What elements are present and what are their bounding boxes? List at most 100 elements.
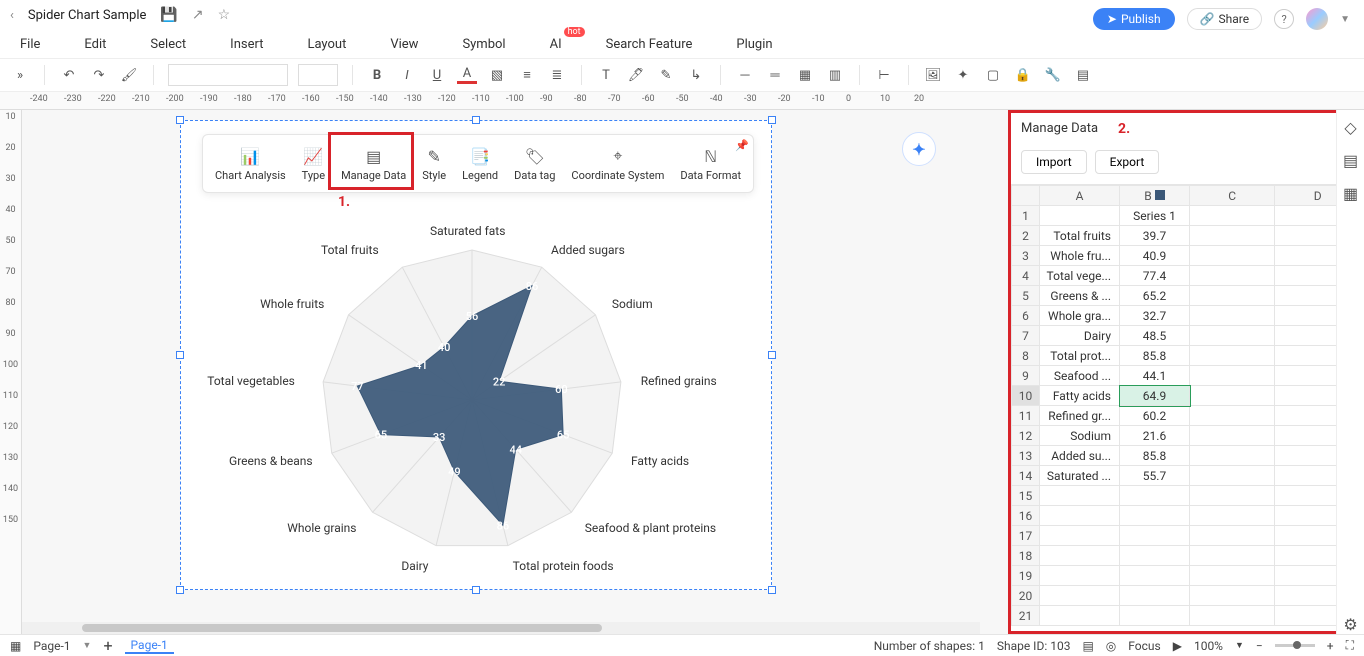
page-select[interactable]: Page-1 (33, 639, 70, 653)
focus-icon[interactable]: ◎ (1106, 639, 1116, 653)
svg-text:86: 86 (526, 280, 539, 293)
layers-status-icon[interactable]: ▤ (1082, 639, 1093, 653)
menu-insert[interactable]: Insert (230, 37, 263, 52)
chevron-down-icon[interactable]: ▼ (1340, 14, 1350, 25)
import-button[interactable]: Import (1021, 150, 1087, 174)
theme-icon[interactable]: ◇ (1344, 118, 1356, 137)
align-objects-icon[interactable]: ⊢ (874, 68, 894, 83)
apps-icon[interactable]: ▦ (1343, 184, 1358, 203)
category-label: Added sugars (551, 243, 625, 257)
ungroup-icon[interactable]: ▥ (825, 68, 845, 83)
bold-icon[interactable]: B (367, 68, 387, 83)
underline-icon[interactable]: U (427, 68, 447, 83)
zoom-dropdown-icon[interactable]: ▼ (1235, 640, 1244, 651)
avatar[interactable] (1306, 8, 1328, 30)
fullscreen-icon[interactable]: ⛶ (1346, 638, 1354, 653)
publish-button[interactable]: ➤Publish (1093, 8, 1175, 30)
resize-handle[interactable] (472, 586, 480, 594)
scrollbar-thumb[interactable] (82, 624, 602, 632)
resize-handle[interactable] (176, 116, 184, 124)
container-icon[interactable]: ▤ (1073, 68, 1093, 83)
text-icon[interactable]: T (596, 68, 616, 83)
menu-ai[interactable]: AIhot (550, 37, 562, 52)
right-sidestrip: ◇ ▤ ▦ ⚙ (1336, 110, 1364, 634)
svg-text:65: 65 (557, 429, 570, 442)
highlight-icon[interactable]: ▧ (487, 68, 507, 83)
menu-symbol[interactable]: Symbol (462, 37, 505, 52)
layers-icon[interactable]: ▤ (1343, 151, 1358, 170)
ruler-horizontal: -240-230-220-210-200-190-180-170-160-150… (0, 92, 1364, 110)
data-sheet[interactable]: AB CD1Series 12Total fruits39.73Whole fr… (1011, 184, 1361, 626)
menu-edit[interactable]: Edit (84, 37, 106, 52)
format-painter-icon[interactable]: 🖌 (119, 68, 139, 83)
zoom-out-icon[interactable]: − (1256, 639, 1263, 653)
spider-chart[interactable]: 56862260654486493365774140 Saturated fat… (202, 200, 742, 580)
menu-layout[interactable]: Layout (307, 37, 346, 52)
lock-icon[interactable]: 🔒 (1013, 68, 1033, 83)
focus-label[interactable]: Focus (1128, 639, 1160, 653)
canvas[interactable]: 📊Chart Analysis 📈Type ▤Manage Data ✎Styl… (22, 110, 1008, 634)
undo-icon[interactable]: ↶ (59, 68, 79, 83)
menu-plugin[interactable]: Plugin (736, 37, 772, 52)
image-icon[interactable]: 🖼 (923, 68, 943, 83)
resize-handle[interactable] (176, 351, 184, 359)
style-icon: ✎ (427, 145, 440, 167)
category-label: Greens & beans (229, 454, 313, 468)
chart-style-button[interactable]: ✎Style (414, 141, 454, 186)
menu-view[interactable]: View (390, 37, 418, 52)
star-icon[interactable]: ☆ (218, 7, 231, 23)
line-color-icon[interactable]: ✎ (656, 68, 676, 83)
zoom-in-icon[interactable]: + (1327, 639, 1334, 653)
category-label: Sodium (612, 297, 653, 311)
save-icon[interactable]: 💾 (160, 7, 177, 23)
font-select[interactable] (168, 64, 288, 86)
align-icon[interactable]: ≡ (517, 67, 537, 83)
pages-icon[interactable]: ▦ (10, 639, 21, 653)
menu-select[interactable]: Select (150, 37, 186, 52)
line-weight-icon[interactable]: ═ (765, 67, 785, 83)
page-dropdown-icon[interactable]: ▼ (83, 640, 92, 651)
coord-system-button[interactable]: ⌖Coordinate System (563, 141, 672, 186)
annotation-box-1 (328, 132, 414, 190)
data-tag-button[interactable]: 🏷Data tag (506, 141, 563, 186)
resize-handle[interactable] (768, 351, 776, 359)
line-spacing-icon[interactable]: ≣ (547, 68, 567, 83)
fontsize-select[interactable] (298, 64, 338, 86)
expand-icon[interactable]: » (10, 68, 30, 83)
zoom-slider[interactable] (1275, 644, 1315, 647)
font-color-icon[interactable]: A (457, 66, 477, 84)
fill-icon[interactable]: 🖊 (626, 68, 646, 83)
connector-icon[interactable]: ↳ (686, 68, 706, 83)
horizontal-scrollbar[interactable] (22, 622, 980, 634)
shape-id: Shape ID: 103 (997, 639, 1071, 653)
help-icon[interactable]: ? (1274, 9, 1294, 29)
zoom-value[interactable]: 100% (1194, 639, 1223, 653)
resize-handle[interactable] (472, 116, 480, 124)
effects-icon[interactable]: ✦ (953, 68, 973, 83)
resize-handle[interactable] (768, 586, 776, 594)
ai-assistant-icon[interactable]: ✦ (902, 132, 936, 166)
open-external-icon[interactable]: ↗ (192, 7, 204, 23)
line-style-icon[interactable]: ─ (735, 67, 755, 83)
menu-search[interactable]: Search Feature (606, 37, 693, 52)
page-tab[interactable]: Page-1 (125, 638, 174, 654)
add-page-icon[interactable]: + (103, 636, 112, 655)
category-label: Seafood & plant proteins (585, 521, 716, 535)
play-icon[interactable]: ▶ (1173, 639, 1182, 653)
group-icon[interactable]: ▦ (795, 68, 815, 83)
chart-analysis-button[interactable]: 📊Chart Analysis (207, 141, 294, 186)
settings-icon[interactable]: ⚙ (1343, 615, 1357, 634)
chart-legend-button[interactable]: 📑Legend (454, 141, 506, 186)
back-icon[interactable]: ‹ (10, 8, 14, 23)
resize-handle[interactable] (768, 116, 776, 124)
menu-file[interactable]: File (20, 37, 40, 52)
share-button[interactable]: 🔗Share (1187, 8, 1263, 30)
export-button[interactable]: Export (1095, 150, 1160, 174)
crop-icon[interactable]: ▢ (983, 68, 1003, 83)
italic-icon[interactable]: I (397, 68, 417, 83)
format-toolbar: » ↶ ↷ 🖌 B I U A ▧ ≡ ≣ T 🖊 ✎ ↳ ─ ═ ▦ ▥ ⊢ … (0, 58, 1364, 92)
pin-icon[interactable]: 📌 (735, 139, 749, 152)
resize-handle[interactable] (176, 586, 184, 594)
redo-icon[interactable]: ↷ (89, 68, 109, 83)
tools-icon[interactable]: 🔧 (1043, 68, 1063, 83)
